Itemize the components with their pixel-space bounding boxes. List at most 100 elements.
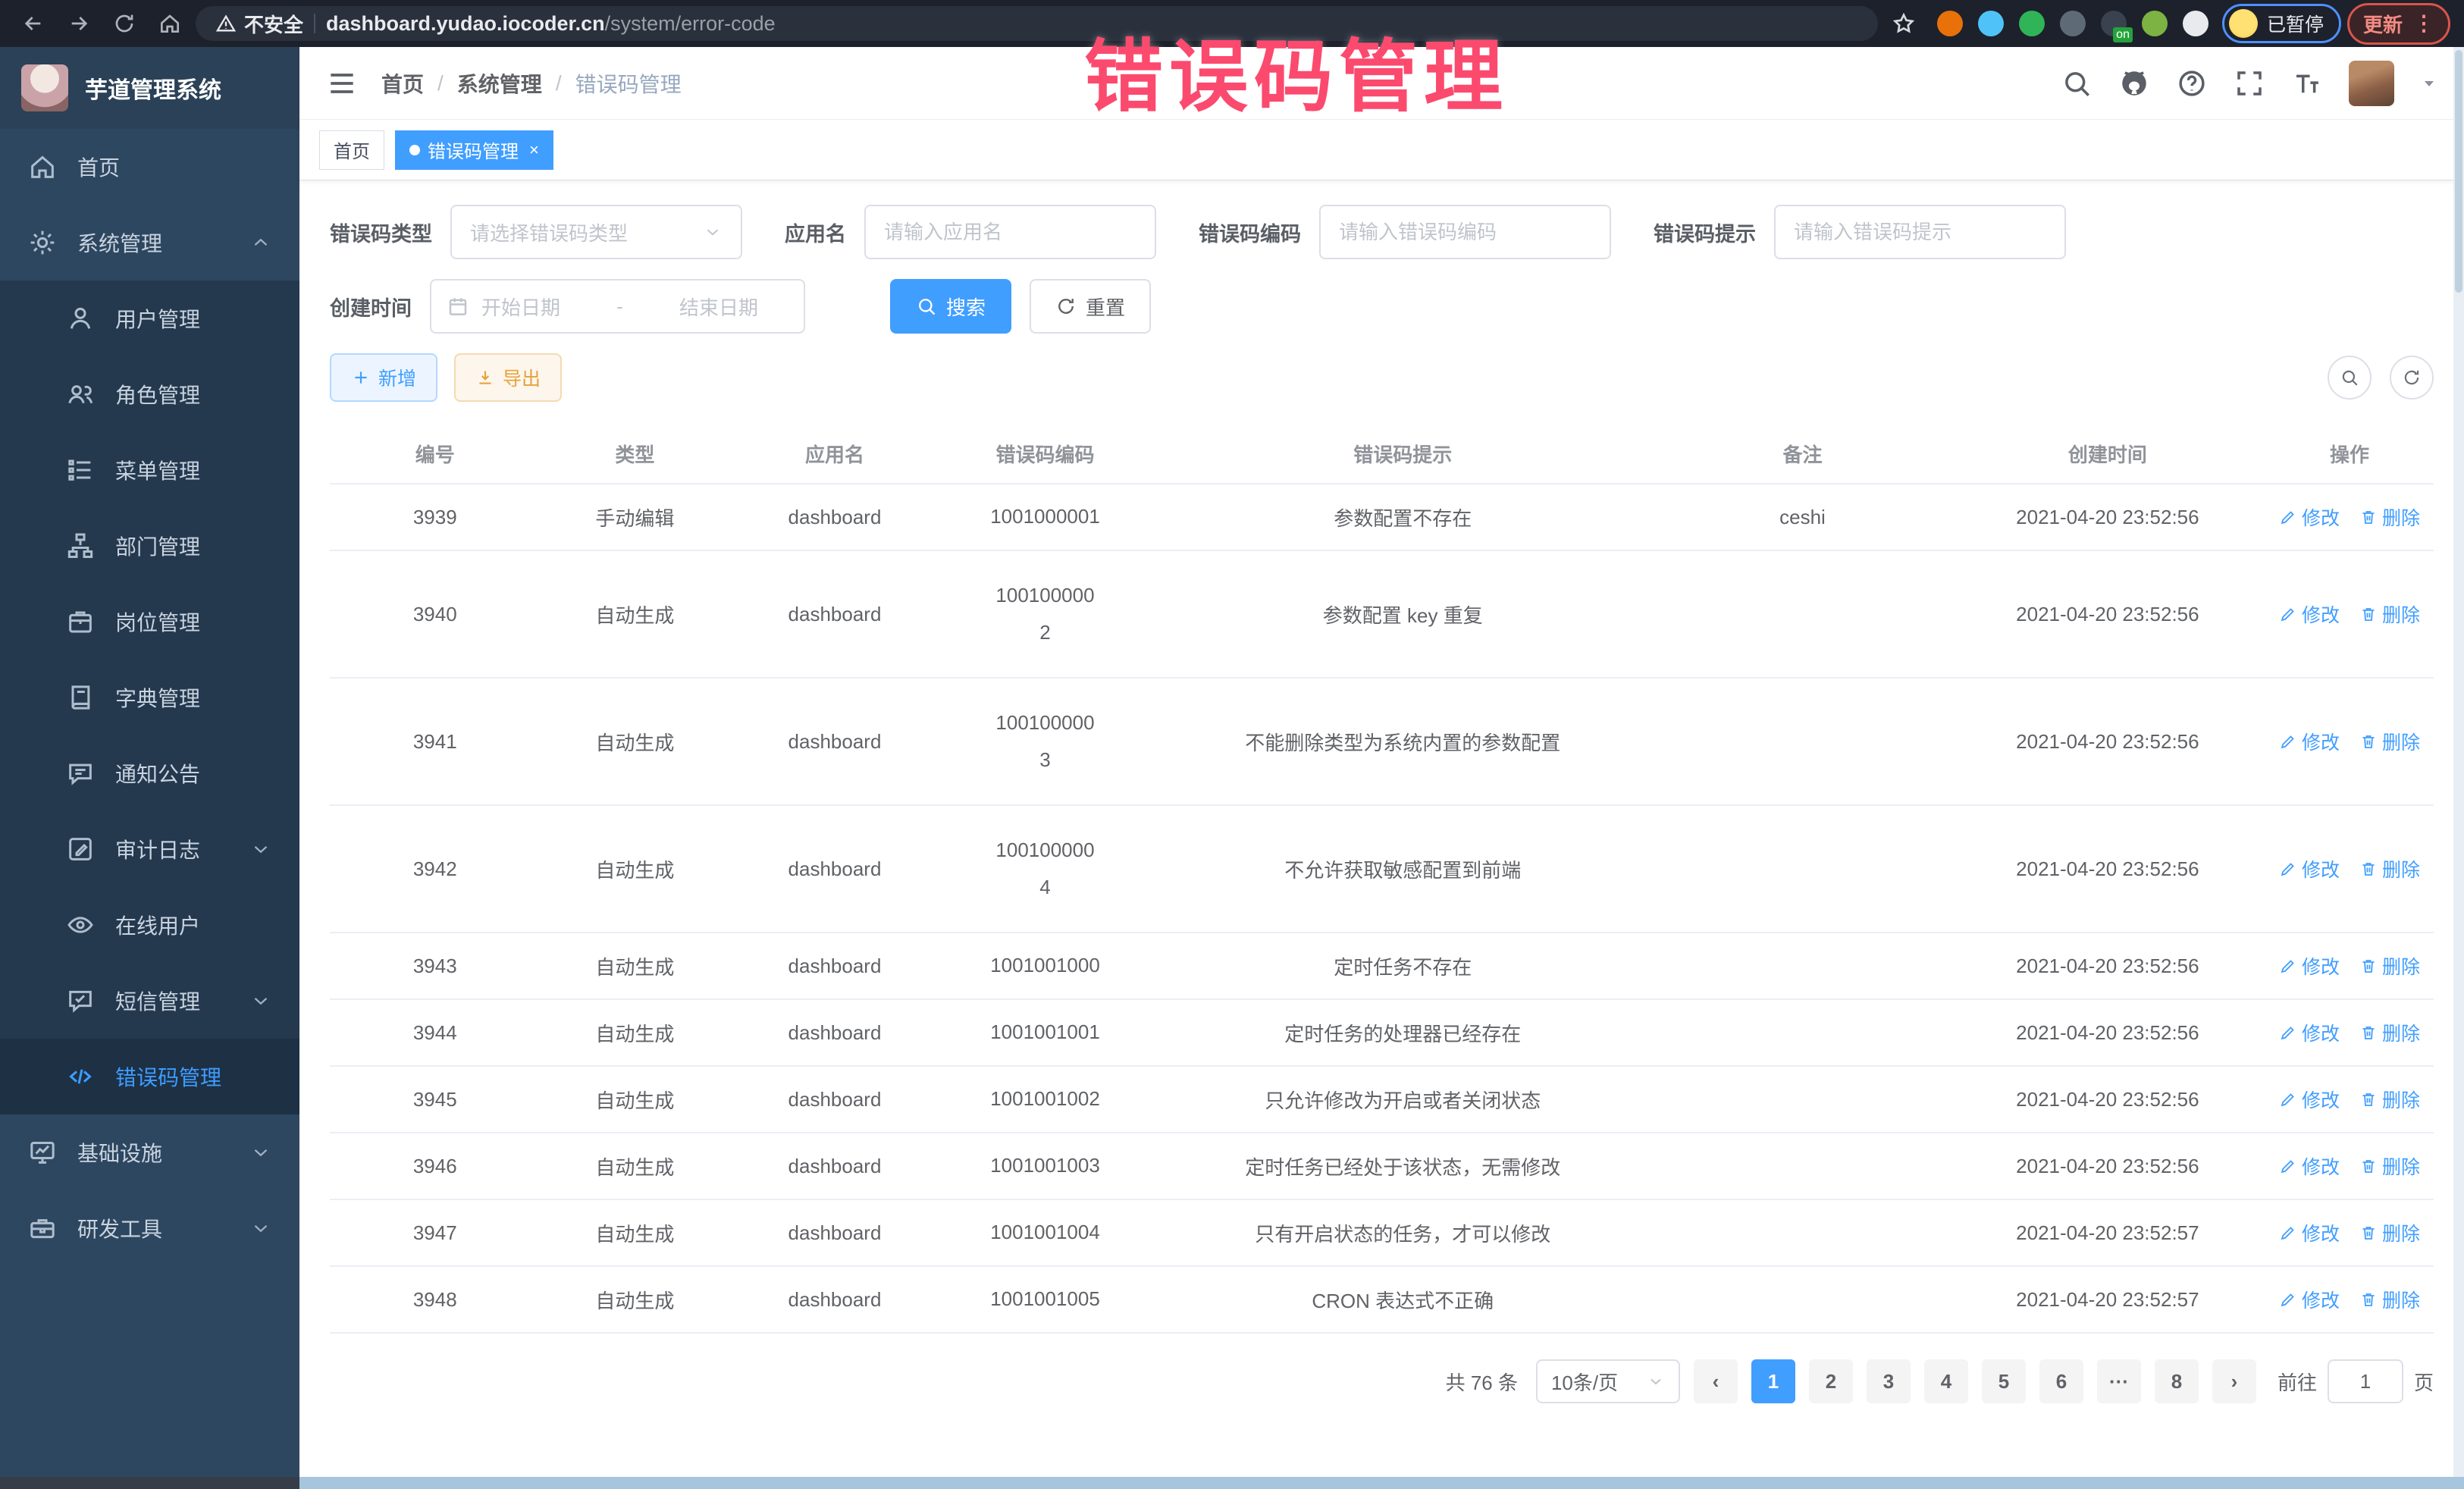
filter-input-1 (864, 205, 1156, 259)
delete-link[interactable]: 删除 (2359, 600, 2420, 628)
filter-text-input[interactable] (1339, 221, 1591, 244)
blue-diamond-extension-icon[interactable] (2060, 11, 2086, 36)
trash-icon (2359, 1157, 2378, 1175)
browser-update-button[interactable]: 更新 ⋮ (2347, 3, 2450, 45)
sidebar-item-2[interactable]: 用户管理 (0, 281, 299, 356)
filter-text-input[interactable] (1794, 221, 2046, 244)
help-icon[interactable] (2176, 67, 2208, 99)
delete-link[interactable]: 删除 (2359, 503, 2420, 531)
breadcrumb-item[interactable]: 首页 (381, 68, 424, 99)
sidebar-item-10[interactable]: 在线用户 (0, 887, 299, 963)
tab-错误码管理[interactable]: 错误码管理× (395, 130, 553, 170)
filter-text-input[interactable] (884, 221, 1136, 244)
fullscreen-icon[interactable] (2234, 67, 2265, 99)
user-avatar[interactable] (2349, 61, 2394, 106)
date-range-picker[interactable]: 开始日期 - 结束日期 (430, 279, 805, 334)
close-tab-icon[interactable]: × (529, 140, 539, 160)
delete-link[interactable]: 删除 (2359, 1286, 2420, 1313)
sidebar-item-11[interactable]: 短信管理 (0, 963, 299, 1039)
home-icon (27, 152, 58, 182)
sidebar-item-8[interactable]: 通知公告 (0, 735, 299, 811)
delete-link[interactable]: 删除 (2359, 952, 2420, 980)
app-logo[interactable]: 芋道管理系统 (0, 47, 299, 129)
delete-link[interactable]: 删除 (2359, 728, 2420, 755)
calendar-icon (447, 295, 469, 318)
pager-ellipsis[interactable]: ··· (2097, 1359, 2141, 1403)
delete-link[interactable]: 删除 (2359, 1019, 2420, 1046)
edit-link[interactable]: 修改 (2279, 952, 2340, 980)
sidebar-item-0[interactable]: 首页 (0, 129, 299, 205)
scrollbar-thumb[interactable] (2455, 50, 2462, 293)
page-button-4[interactable]: 4 (1924, 1359, 1968, 1403)
goto-page-input[interactable] (2328, 1359, 2403, 1403)
blue-gem-extension-icon[interactable] (1978, 11, 2004, 36)
list-on-extension-icon[interactable] (2101, 11, 2127, 36)
browser-menu-icon[interactable]: ⋮ (2413, 20, 2434, 27)
page-size-select[interactable]: 10条/页 (1536, 1359, 1680, 1403)
browser-home-icon[interactable] (150, 7, 190, 40)
edit-link[interactable]: 修改 (2279, 600, 2340, 628)
edit-link[interactable]: 修改 (2279, 1019, 2340, 1046)
sidebar-item-5[interactable]: 部门管理 (0, 508, 299, 584)
toggle-search-button[interactable] (2328, 356, 2372, 400)
edit-link[interactable]: 修改 (2279, 1152, 2340, 1180)
error-code-type-select[interactable]: 请选择错误码类型 (450, 205, 742, 259)
edit-icon (2279, 605, 2297, 623)
browser-address-bar[interactable]: 不安全 dashboard.yudao.iocoder.cn/system/er… (196, 6, 1878, 41)
sidebar-item-7[interactable]: 字典管理 (0, 660, 299, 735)
reset-button[interactable]: 重置 (1030, 279, 1151, 334)
browser-forward-icon[interactable] (59, 7, 99, 40)
delete-link[interactable]: 删除 (2359, 1086, 2420, 1113)
page-button-6[interactable]: 6 (2039, 1359, 2083, 1403)
white-puzzle-extension-icon[interactable] (2183, 11, 2209, 36)
edit-link[interactable]: 修改 (2279, 1219, 2340, 1246)
hamburger-icon[interactable] (325, 67, 359, 100)
breadcrumb-item[interactable]: 错误码管理 (575, 68, 682, 99)
sidebar-item-4[interactable]: 菜单管理 (0, 432, 299, 508)
sidebar-item-3[interactable]: 角色管理 (0, 356, 299, 432)
bookmark-star-icon[interactable] (1884, 7, 1923, 40)
orange-ring-extension-icon[interactable] (1937, 11, 1963, 36)
add-button[interactable]: 新增 (330, 353, 437, 402)
window-scrollbar[interactable] (2453, 47, 2464, 1489)
prev-page-button[interactable]: ‹ (1694, 1359, 1738, 1403)
delete-link[interactable]: 删除 (2359, 855, 2420, 882)
sidebar-item-12[interactable]: 错误码管理 (0, 1039, 299, 1114)
edit-link[interactable]: 修改 (2279, 1086, 2340, 1113)
page-button-3[interactable]: 3 (1867, 1359, 1911, 1403)
page-button-2[interactable]: 2 (1809, 1359, 1853, 1403)
sidebar-item-9[interactable]: 审计日志 (0, 811, 299, 887)
breadcrumb-item[interactable]: 系统管理 (457, 68, 542, 99)
browser-reload-icon[interactable] (105, 7, 144, 40)
header-search-icon[interactable] (2061, 67, 2093, 99)
github-icon[interactable] (2118, 67, 2150, 99)
sidebar-item-14[interactable]: 研发工具 (0, 1190, 299, 1266)
font-size-icon[interactable] (2291, 67, 2323, 99)
delete-link[interactable]: 删除 (2359, 1219, 2420, 1246)
cell-type: 自动生成 (541, 999, 730, 1066)
browser-back-icon[interactable] (14, 7, 53, 40)
next-page-button[interactable]: › (2212, 1359, 2256, 1403)
edit-link[interactable]: 修改 (2279, 728, 2340, 755)
table-row-3947: 3947自动生成dashboard1001001004只有开启状态的任务，才可以… (330, 1199, 2434, 1266)
export-button[interactable]: 导出 (454, 353, 562, 402)
sidebar-item-label: 短信管理 (115, 986, 230, 1016)
security-warning[interactable]: 不安全 (215, 10, 303, 38)
page-button-1[interactable]: 1 (1751, 1359, 1795, 1403)
sidebar-item-6[interactable]: 岗位管理 (0, 584, 299, 660)
edit-link[interactable]: 修改 (2279, 1286, 2340, 1313)
user-menu-caret-icon[interactable] (2420, 74, 2438, 92)
search-button[interactable]: 搜索 (890, 279, 1011, 334)
page-button-5[interactable]: 5 (1982, 1359, 2026, 1403)
green-key-extension-icon[interactable] (2142, 11, 2168, 36)
delete-link[interactable]: 删除 (2359, 1152, 2420, 1180)
sidebar-item-1[interactable]: 系统管理 (0, 205, 299, 281)
sidebar-item-13[interactable]: 基础设施 (0, 1114, 299, 1190)
profile-paused-chip[interactable]: 已暂停 (2222, 4, 2341, 43)
tab-首页[interactable]: 首页 (319, 130, 384, 170)
edit-link[interactable]: 修改 (2279, 855, 2340, 882)
edit-link[interactable]: 修改 (2279, 503, 2340, 531)
refresh-table-button[interactable] (2390, 356, 2434, 400)
page-button-8[interactable]: 8 (2155, 1359, 2199, 1403)
green-check-extension-icon[interactable] (2019, 11, 2045, 36)
